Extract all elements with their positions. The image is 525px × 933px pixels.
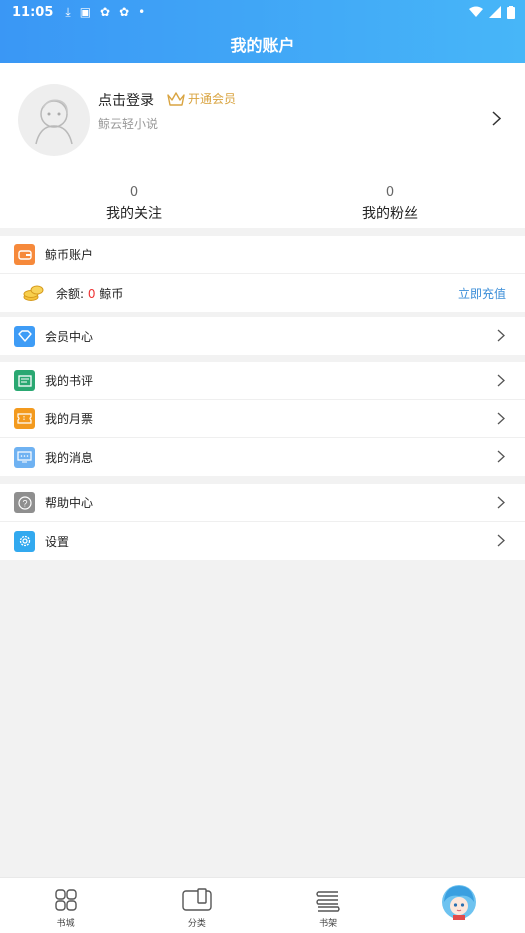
chevron-right-icon xyxy=(497,496,505,509)
balance-value: 0 xyxy=(87,286,96,301)
messages-label: 我的消息 xyxy=(45,450,94,465)
fans-count: 0 xyxy=(385,185,395,200)
tab-shelf[interactable]: 书架 xyxy=(263,878,394,933)
review-icon xyxy=(14,370,35,391)
open-vip-button[interactable]: 开通会员 xyxy=(167,90,236,107)
fans-stat[interactable]: 0 我的粉丝 xyxy=(315,185,465,223)
bottom-tab-bar: 书城 分类 书架 xyxy=(0,877,525,933)
balance-prefix: 余额: xyxy=(56,286,85,301)
book-open-icon xyxy=(182,888,212,911)
download-icon: ⤓ xyxy=(65,4,71,19)
notification-app-icon: ▣ xyxy=(79,5,92,19)
chevron-right-icon xyxy=(497,374,505,387)
chevron-right-icon xyxy=(497,329,505,342)
menu-item-messages[interactable]: 我的消息 xyxy=(0,438,525,476)
fans-label: 我的粉丝 xyxy=(362,206,418,222)
tab-profile[interactable] xyxy=(394,878,525,933)
wallet-section: 鲸币账户 余额: 0 鲸币 立即充值 xyxy=(0,236,525,312)
menu-item-help[interactable]: ? 帮助中心 xyxy=(0,484,525,522)
tab-shelf-label: 书架 xyxy=(319,919,338,929)
gear-icon xyxy=(14,530,35,552)
bookshelf-icon xyxy=(316,891,340,912)
diamond-icon xyxy=(14,325,35,347)
mascot-avatar-icon xyxy=(442,885,477,920)
ticket-icon xyxy=(14,408,35,429)
tab-store-label: 书城 xyxy=(56,919,75,929)
support-section: ? 帮助中心 设置 xyxy=(0,484,525,560)
book-review-label: 我的书评 xyxy=(45,374,94,388)
login-link[interactable]: 点击登录 xyxy=(98,90,154,110)
menu-item-book-review[interactable]: 我的书评 xyxy=(0,362,525,400)
monthly-ticket-label: 我的月票 xyxy=(45,412,94,426)
help-icon: ? xyxy=(14,492,35,513)
wallet-icon xyxy=(14,244,35,265)
tab-category-label: 分类 xyxy=(187,919,206,929)
app-header: 11:05 ⤓ ▣ ✿ ✿ • 我的账户 xyxy=(0,0,525,63)
tab-category[interactable]: 分类 xyxy=(131,878,262,933)
vip-section: 会员中心 xyxy=(0,317,525,355)
status-time: 11:05 xyxy=(12,4,54,20)
message-icon xyxy=(14,446,35,468)
page-title: 我的账户 xyxy=(230,36,295,55)
following-stat[interactable]: 0 我的关注 xyxy=(59,185,209,223)
menu-item-settings[interactable]: 设置 xyxy=(0,522,525,560)
avatar-placeholder-icon xyxy=(35,99,73,145)
svg-text:?: ? xyxy=(22,498,27,508)
menu-item-monthly-ticket[interactable]: 我的月票 xyxy=(0,400,525,438)
balance-unit: 鲸币 xyxy=(99,286,124,301)
bug-icon: ✿ xyxy=(100,5,111,19)
wifi-icon xyxy=(469,6,483,17)
chevron-right-icon xyxy=(497,534,505,547)
crown-icon xyxy=(167,91,185,106)
profile-subtitle: 鲸云轻小说 xyxy=(98,117,159,131)
chevron-right-icon xyxy=(492,111,501,126)
tab-store[interactable]: 书城 xyxy=(0,878,131,933)
following-count: 0 xyxy=(129,185,139,200)
vip-center-label: 会员中心 xyxy=(45,329,94,344)
profile-card[interactable]: 点击登录 开通会员 鲸云轻小说 0 我的关注 0 我的粉丝 xyxy=(0,63,525,228)
balance-row: 余额: 0 鲸币 立即充值 xyxy=(0,274,525,312)
coins-icon xyxy=(22,283,46,304)
bug-icon: ✿ xyxy=(119,5,130,19)
activity-section: 我的书评 我的月票 我的消息 xyxy=(0,362,525,476)
dot-icon: • xyxy=(138,5,146,19)
settings-label: 设置 xyxy=(45,534,70,549)
signal-icon xyxy=(489,6,501,18)
avatar[interactable] xyxy=(18,84,90,156)
help-label: 帮助中心 xyxy=(45,496,94,510)
open-vip-label: 开通会员 xyxy=(188,92,237,106)
battery-icon xyxy=(507,5,515,19)
chevron-right-icon xyxy=(497,450,505,463)
wallet-title: 鲸币账户 xyxy=(45,248,94,262)
following-label: 我的关注 xyxy=(106,206,162,222)
wallet-title-row: 鲸币账户 xyxy=(0,236,525,274)
recharge-button[interactable]: 立即充值 xyxy=(458,285,506,302)
chevron-right-icon xyxy=(497,412,505,425)
grid-icon xyxy=(54,889,77,911)
status-bar: 11:05 ⤓ ▣ ✿ ✿ • xyxy=(12,2,515,22)
balance-text: 余额: 0 鲸币 xyxy=(56,285,123,302)
menu-item-vip-center[interactable]: 会员中心 xyxy=(0,317,525,355)
